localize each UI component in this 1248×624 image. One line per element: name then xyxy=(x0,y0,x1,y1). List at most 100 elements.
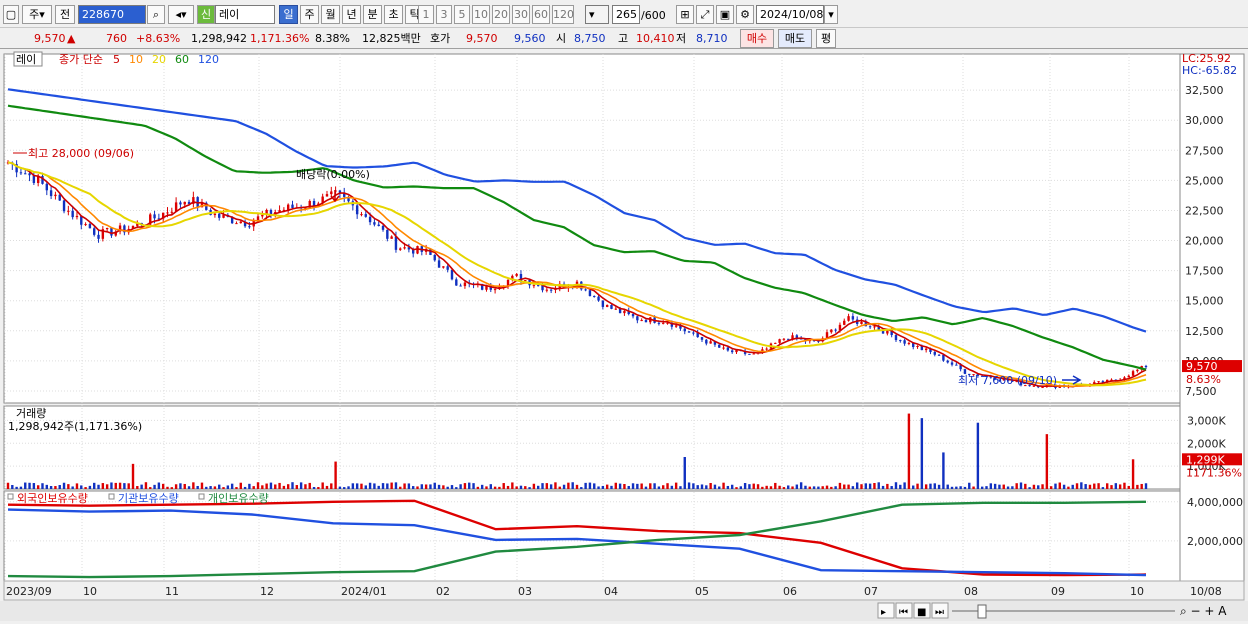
volume-bar xyxy=(282,485,286,489)
volume-bar xyxy=(1054,483,1057,489)
volume-bar xyxy=(980,486,984,489)
volume-bar xyxy=(502,483,505,489)
period-button-5[interactable]: 초 xyxy=(384,5,403,24)
x-tick-label: 06 xyxy=(783,585,797,598)
candle-body xyxy=(105,227,109,230)
volume-bar xyxy=(110,482,113,489)
volume-bar xyxy=(1106,483,1109,489)
interval-button-5[interactable]: 5 xyxy=(454,5,470,24)
count-input[interactable]: 265 xyxy=(612,5,640,24)
volume-bar xyxy=(274,484,277,489)
candle-body xyxy=(614,308,617,310)
name-field[interactable]: 레이 xyxy=(215,5,275,24)
x-tick-label: 04 xyxy=(604,585,618,598)
candle-body xyxy=(286,204,290,210)
candle-body xyxy=(450,269,454,280)
volume-bar xyxy=(1058,482,1061,489)
candle-body xyxy=(218,213,221,218)
volume-bar xyxy=(472,483,475,489)
volume-bar xyxy=(498,486,501,489)
candle-body xyxy=(1097,381,1100,383)
candle-body xyxy=(636,316,639,321)
volume-bar xyxy=(743,483,747,489)
price-panel xyxy=(3,53,1181,404)
eval-button[interactable]: 평 xyxy=(816,29,836,48)
candle-body xyxy=(166,212,169,214)
candle-body xyxy=(437,260,441,268)
date-input[interactable]: 2024/10/08 xyxy=(756,5,824,24)
prev-button[interactable]: 전 xyxy=(55,5,75,24)
hc-label: HC:-65.82 xyxy=(1182,64,1237,77)
buy-button[interactable]: 매수 xyxy=(740,29,774,48)
volume-bar xyxy=(170,487,174,489)
period-button-1[interactable]: 주 xyxy=(300,5,319,24)
volume-bar xyxy=(278,482,281,489)
crosshair-icon[interactable]: ⤢ xyxy=(696,5,714,24)
volume-bar xyxy=(463,483,467,489)
volume-bar xyxy=(860,484,863,489)
volume-bar xyxy=(946,484,949,489)
candle-body xyxy=(153,214,156,219)
menu-icon[interactable]: ▢ xyxy=(3,5,19,24)
volume-bar xyxy=(821,486,824,489)
chart-area[interactable]: 32,500 30,000 27,500 25,000 22,500 20,000 17,5… xyxy=(0,50,1248,621)
volume-bar xyxy=(437,484,441,489)
change: 760 xyxy=(106,32,127,45)
current-pct-text: 8.63% xyxy=(1186,373,1221,386)
period-button-4[interactable]: 분 xyxy=(363,5,382,24)
volume-bar xyxy=(394,482,398,489)
interval-button-30[interactable]: 30 xyxy=(512,5,530,24)
volume-bar xyxy=(218,484,221,489)
volume-bar xyxy=(192,482,195,489)
interval-button-10[interactable]: 10 xyxy=(472,5,490,24)
period-button-3[interactable]: 년 xyxy=(342,5,361,24)
volume-bar xyxy=(1144,483,1148,489)
volume-bar xyxy=(558,486,561,489)
volume-bar xyxy=(894,482,898,489)
candle-body xyxy=(873,326,876,328)
period-button-2[interactable]: 월 xyxy=(321,5,340,24)
save-icon[interactable]: ▣ xyxy=(716,5,734,24)
volume-bar xyxy=(834,486,837,489)
volume-bar xyxy=(28,482,31,489)
interval-button-60[interactable]: 60 xyxy=(532,5,550,24)
volume-bar xyxy=(196,485,199,489)
volume-bar xyxy=(631,483,635,489)
volume-bar xyxy=(748,484,751,489)
gear-icon[interactable]: ⚙ xyxy=(736,5,754,24)
code-input[interactable]: 228670 xyxy=(78,5,146,24)
type-select[interactable]: 주▾ xyxy=(22,5,52,24)
volume-bar xyxy=(868,483,872,489)
candle-body xyxy=(463,282,467,287)
candle-body xyxy=(933,351,936,355)
period-button-0[interactable]: 일 xyxy=(279,5,298,24)
volume-bar xyxy=(778,485,781,489)
candle-body xyxy=(455,279,458,286)
search-icon[interactable]: ⌕ xyxy=(147,5,165,24)
candle-body xyxy=(1131,371,1135,376)
grid-icon[interactable]: ⊞ xyxy=(676,5,694,24)
interval-dropdown[interactable]: ▾ xyxy=(585,5,609,24)
volume-pct: 1,171.36% xyxy=(250,32,310,45)
candle-body xyxy=(93,228,96,235)
sell-button[interactable]: 매도 xyxy=(778,29,812,48)
volume-bar xyxy=(226,485,230,489)
volume-bar xyxy=(101,483,105,489)
speaker-icon[interactable]: ◂▾ xyxy=(168,5,194,24)
interval-button-120[interactable]: 120 xyxy=(552,5,574,24)
candle-body xyxy=(662,322,665,324)
volume-bar xyxy=(1071,484,1074,489)
interval-button-1[interactable]: 1 xyxy=(418,5,434,24)
calendar-icon[interactable]: ▾ xyxy=(824,5,838,24)
volume-bar xyxy=(265,483,268,489)
candle-body xyxy=(830,329,833,333)
interval-button-20[interactable]: 20 xyxy=(492,5,510,24)
interval-button-3[interactable]: 3 xyxy=(436,5,452,24)
candle-body xyxy=(868,326,872,328)
low-annotation: 최저 7,600 (09/10) xyxy=(958,374,1057,387)
volume-bar xyxy=(1028,487,1031,489)
volume-bar xyxy=(812,486,816,489)
volume-bar xyxy=(321,482,324,489)
stock-chart[interactable]: 32,500 30,000 27,500 25,000 22,500 20,000 17,5… xyxy=(0,50,1248,621)
volume-bar xyxy=(140,484,143,489)
